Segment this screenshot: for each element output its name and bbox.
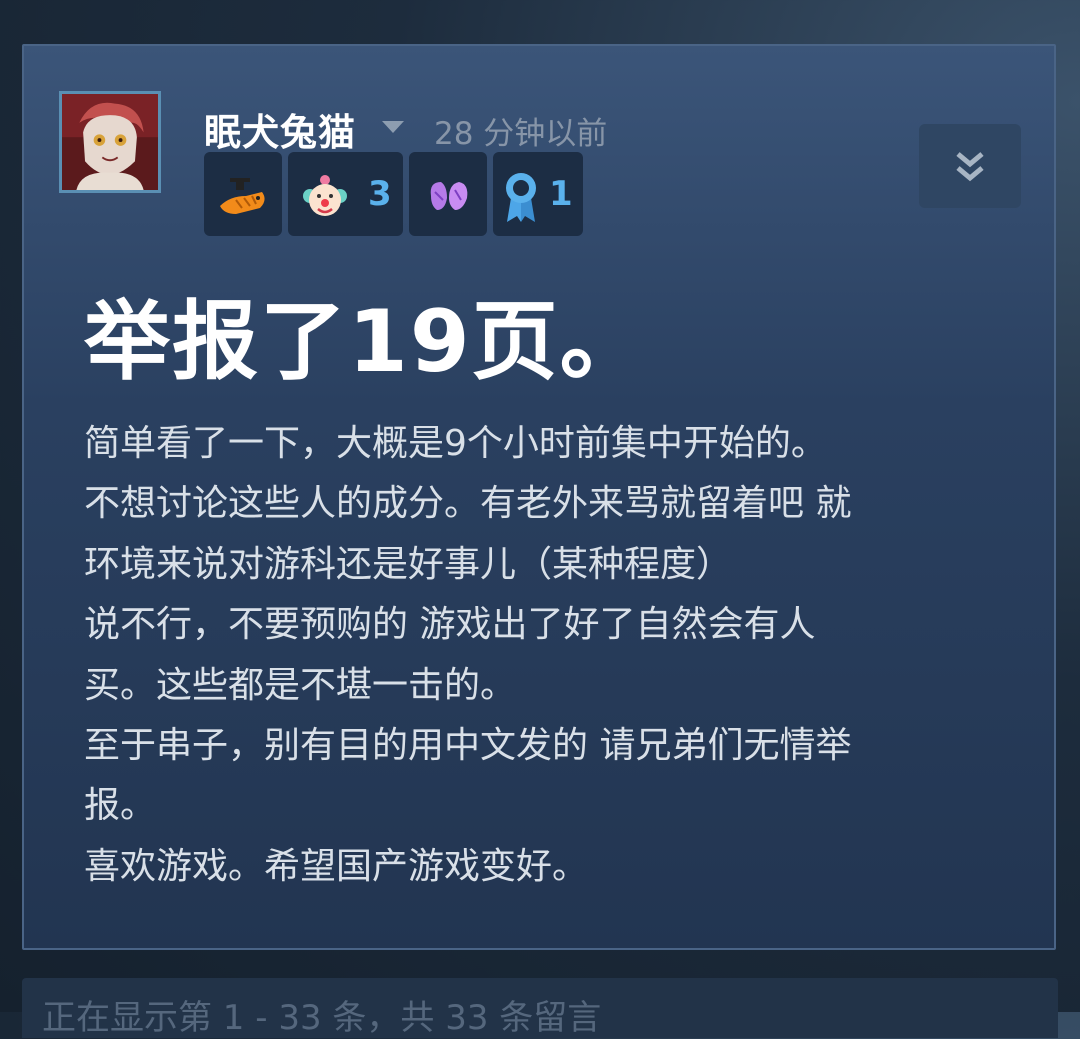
double-chevron-down-icon: [956, 152, 984, 182]
avatar-image: [62, 94, 158, 190]
body-line: 说不行，不要预购的 游戏出了好了自然会有人: [84, 604, 816, 646]
post-title: 举报了19页。: [84, 292, 648, 392]
user-avatar[interactable]: [59, 91, 161, 193]
award-ribbon-icon: [506, 173, 536, 222]
clown-face-icon: [303, 175, 347, 216]
chevron-down-icon[interactable]: [382, 121, 404, 133]
comment-card: 眠犬兔猫 28 分钟以前 3 1 举报了19页。 简单看了一下，大概是9个小时前…: [22, 44, 1056, 950]
orange-graduate-dino-icon: [220, 178, 265, 214]
body-line: 简单看了一下，大概是9个小时前集中开始的。: [84, 423, 827, 464]
post-timestamp: 28 分钟以前: [434, 116, 608, 152]
badge-count: 1: [549, 174, 573, 214]
badge-clap[interactable]: [409, 152, 487, 236]
badge-clown[interactable]: 3: [288, 152, 403, 236]
body-line: 喜欢游戏。希望国产游戏变好。: [84, 845, 589, 887]
body-line: 不想讨论这些人的成分。有老外来骂就留着吧 就: [84, 483, 852, 525]
badge-dino[interactable]: [204, 152, 282, 236]
badge-award[interactable]: 1: [493, 152, 583, 236]
body-line: 买。这些都是不堪一击的。: [84, 664, 517, 706]
body-line: 至于串子，别有目的用中文发的 请兄弟们无情举: [84, 724, 852, 766]
comment-count-status: 正在显示第 1 - 33 条，共 33 条留言: [42, 998, 602, 1038]
badge-count: 3: [368, 174, 392, 214]
body-line: 环境来说对游科还是好事儿（某种程度）: [84, 543, 733, 585]
clapping-hands-icon: [430, 182, 468, 210]
post-body: 简单看了一下，大概是9个小时前集中开始的。 不想讨论这些人的成分。有老外来骂就留…: [84, 414, 851, 897]
author-name[interactable]: 眠犬兔猫: [204, 102, 356, 156]
collapse-button[interactable]: [919, 124, 1021, 208]
comments-footer: 正在显示第 1 - 33 条，共 33 条留言: [22, 978, 1058, 1038]
body-line: 报。: [84, 785, 157, 827]
